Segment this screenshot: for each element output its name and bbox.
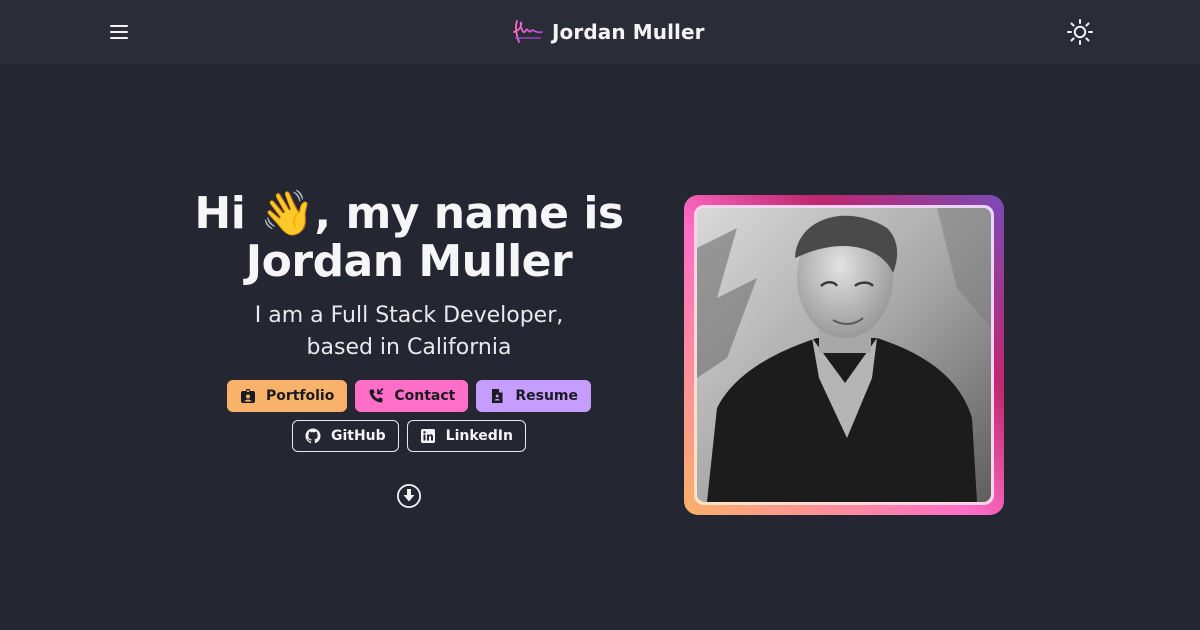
github-link[interactable]: GitHub — [291, 420, 399, 452]
hero-headline: Hi 👋, my name is Jordan Muller — [170, 190, 648, 286]
hero-subtitle: I am a Full Stack Developer, based in Ca… — [170, 300, 648, 364]
github-icon — [305, 428, 321, 444]
resume-label: Resume — [515, 388, 579, 404]
menu-button[interactable] — [108, 22, 132, 42]
scroll-down-button[interactable] — [395, 482, 423, 510]
portfolio-label: Portfolio — [265, 388, 335, 404]
subtitle-line-1: I am a Full Stack Developer, — [254, 303, 564, 328]
theme-toggle-button[interactable] — [1066, 18, 1094, 46]
signature-logo-icon — [513, 20, 543, 43]
subtitle-line-2: based in California — [306, 335, 512, 360]
document-icon — [492, 389, 503, 403]
social-links: GitHub LinkedIn — [170, 420, 648, 452]
hero-section: Hi 👋, my name is Jordan Muller I am a Fu… — [170, 190, 648, 510]
headline-prefix: Hi — [194, 188, 246, 239]
arrow-down-circle-icon — [397, 484, 421, 508]
headline-name: Jordan Muller — [245, 236, 573, 287]
linkedin-label: LinkedIn — [445, 428, 513, 444]
profile-photo-border — [694, 205, 994, 505]
profile-photo-frame — [684, 195, 1004, 515]
menu-icon-bar — [110, 37, 128, 39]
contact-button[interactable]: Contact — [355, 380, 469, 412]
portrait-image — [697, 208, 991, 502]
linkedin-link[interactable]: LinkedIn — [406, 420, 526, 452]
menu-icon-bar — [110, 31, 128, 33]
top-navbar: Jordan Muller — [0, 0, 1200, 64]
headline-rest: , my name is — [314, 188, 624, 239]
phone-icon — [369, 388, 384, 403]
profile-photo — [697, 208, 991, 502]
resume-button[interactable]: Resume — [476, 380, 592, 412]
menu-icon-bar — [110, 25, 128, 27]
github-label: GitHub — [330, 428, 386, 444]
sun-icon — [1067, 19, 1093, 45]
linkedin-icon — [420, 429, 435, 443]
contact-label: Contact — [394, 388, 456, 404]
primary-actions: Portfolio Contact Resume — [170, 380, 648, 412]
brand-name: Jordan Muller — [552, 20, 705, 44]
portfolio-button[interactable]: Portfolio — [226, 380, 348, 412]
wave-emoji: 👋 — [260, 188, 315, 239]
brand-link[interactable]: Jordan Muller — [512, 16, 705, 48]
id-badge-icon — [240, 389, 255, 403]
